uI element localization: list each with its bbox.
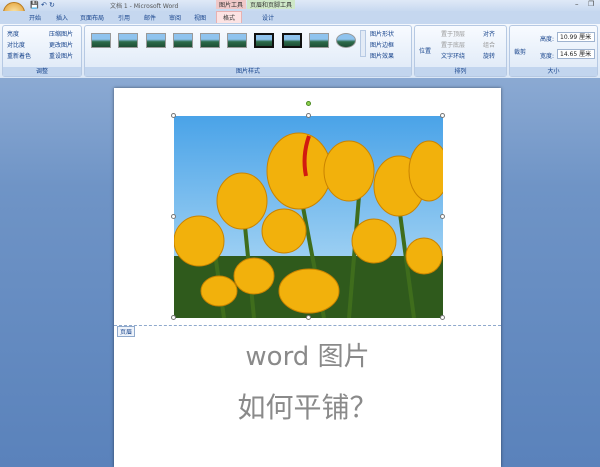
resize-handle[interactable] bbox=[171, 315, 176, 320]
document-line-1[interactable]: word 图片 bbox=[114, 336, 501, 373]
arrange-group-label: 排列 bbox=[415, 67, 506, 76]
resize-handle[interactable] bbox=[440, 113, 445, 118]
style-thumb[interactable] bbox=[173, 33, 193, 48]
minimize-button[interactable]: – bbox=[575, 0, 579, 8]
crop-button[interactable]: 裁剪 bbox=[514, 47, 526, 56]
picture-border-button[interactable]: 图片边框 bbox=[370, 40, 394, 49]
document-line-2[interactable]: 如何平铺？ bbox=[114, 386, 501, 426]
restore-button[interactable]: ❐ bbox=[588, 0, 594, 8]
picture-effects-button[interactable]: 图片效果 bbox=[370, 51, 394, 60]
title-bar: 💾 ↶ ↻ 文档 1 - Microsoft Word 图片工具 页眉和页脚工具… bbox=[0, 0, 600, 24]
contrast-button[interactable]: 对比度 bbox=[7, 40, 25, 49]
resize-handle[interactable] bbox=[171, 214, 176, 219]
resize-handle[interactable] bbox=[171, 113, 176, 118]
styles-scrollbar[interactable] bbox=[360, 30, 366, 57]
rotate-button[interactable]: 旋转 bbox=[483, 51, 495, 60]
tab-format[interactable]: 格式 bbox=[216, 11, 243, 23]
tab-mailings[interactable]: 邮件 bbox=[144, 13, 156, 22]
rotate-handle[interactable] bbox=[306, 101, 311, 106]
height-input[interactable]: 10.99 厘米 bbox=[557, 32, 595, 42]
adjust-group-label: 调整 bbox=[3, 67, 81, 76]
tab-references[interactable]: 引用 bbox=[118, 13, 130, 22]
style-thumb[interactable] bbox=[282, 33, 302, 48]
text-wrap-button[interactable]: 文字环绕 bbox=[441, 51, 465, 60]
tulip-picture[interactable] bbox=[174, 116, 443, 318]
compress-pictures-button[interactable]: 压缩图片 bbox=[49, 29, 73, 38]
style-thumb[interactable] bbox=[118, 33, 138, 48]
picture-styles-label: 图片样式 bbox=[85, 67, 411, 76]
change-picture-button[interactable]: 更改图片 bbox=[49, 40, 73, 49]
adjust-group: 亮度 对比度 重新着色 压缩图片 更改图片 重设图片 调整 bbox=[2, 25, 82, 77]
header-footer-tools-label: 页眉和页脚工具 bbox=[247, 0, 296, 9]
tab-insert[interactable]: 插入 bbox=[56, 13, 68, 22]
tab-page-layout[interactable]: 页面布局 bbox=[80, 13, 104, 22]
picture-shape-button[interactable]: 图片形状 bbox=[370, 29, 394, 38]
style-thumb[interactable] bbox=[309, 33, 329, 48]
tab-review[interactable]: 审阅 bbox=[169, 13, 181, 22]
tab-design[interactable]: 设计 bbox=[262, 13, 274, 22]
resize-handle[interactable] bbox=[306, 315, 311, 320]
resize-handle[interactable] bbox=[440, 214, 445, 219]
tab-view[interactable]: 视图 bbox=[194, 13, 206, 22]
size-group-label: 大小 bbox=[510, 67, 597, 76]
resize-handle[interactable] bbox=[306, 113, 311, 118]
style-thumb[interactable] bbox=[254, 33, 274, 48]
width-label: 宽度: bbox=[540, 53, 555, 60]
resize-handle[interactable] bbox=[440, 315, 445, 320]
width-input[interactable]: 14.65 厘米 bbox=[557, 49, 595, 59]
quick-access-save-icon[interactable]: 💾 ↶ ↻ bbox=[30, 1, 55, 9]
header-divider bbox=[114, 325, 501, 326]
style-thumb[interactable] bbox=[146, 33, 166, 48]
window-title: 文档 1 - Microsoft Word bbox=[110, 3, 179, 10]
tab-home[interactable]: 开始 bbox=[29, 13, 41, 22]
picture-tools-label: 图片工具 bbox=[216, 0, 247, 9]
arrange-group: 位置 置于顶层 置于底层 文字环绕 对齐 组合 旋转 排列 bbox=[414, 25, 507, 77]
style-thumb[interactable] bbox=[336, 33, 356, 48]
style-thumb[interactable] bbox=[91, 33, 111, 48]
reset-picture-button[interactable]: 重设图片 bbox=[49, 51, 73, 60]
bring-to-front-button[interactable]: 置于顶层 bbox=[441, 29, 465, 38]
group-button[interactable]: 组合 bbox=[483, 40, 495, 49]
send-to-back-button[interactable]: 置于底层 bbox=[441, 40, 465, 49]
style-thumb[interactable] bbox=[227, 33, 247, 48]
brightness-button[interactable]: 亮度 bbox=[7, 29, 19, 38]
position-button[interactable]: 位置 bbox=[419, 46, 431, 55]
style-thumb[interactable] bbox=[200, 33, 220, 48]
recolor-button[interactable]: 重新着色 bbox=[7, 51, 31, 60]
align-button[interactable]: 对齐 bbox=[483, 29, 495, 38]
height-label: 高度: bbox=[540, 36, 555, 43]
